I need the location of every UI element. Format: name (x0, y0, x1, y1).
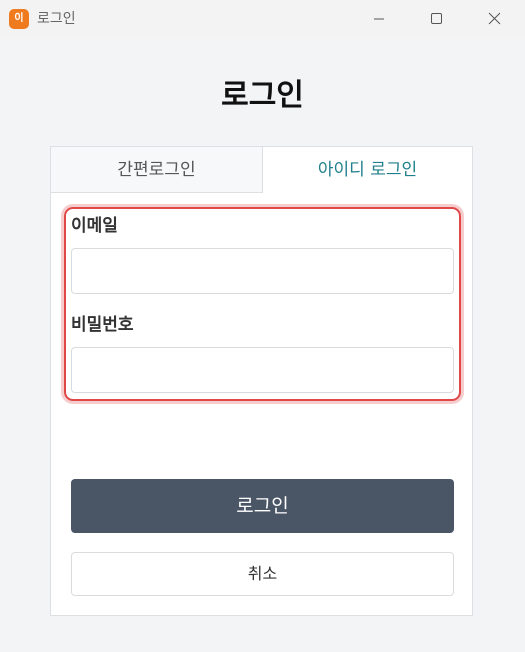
minimize-icon (374, 18, 384, 20)
close-icon (488, 12, 501, 25)
title-bar: 이 로그인 (0, 0, 525, 38)
tab-quick-login[interactable]: 간편로그인 (51, 147, 263, 193)
maximize-icon (431, 13, 442, 24)
minimize-button[interactable] (350, 0, 408, 38)
email-field[interactable] (71, 248, 454, 294)
login-button[interactable]: 로그인 (71, 479, 454, 533)
password-field[interactable] (71, 347, 454, 393)
password-label: 비밀번호 (71, 315, 134, 335)
window-title: 로그인 (37, 11, 76, 27)
app-logo-icon: 이 (9, 9, 29, 29)
cancel-button[interactable]: 취소 (71, 552, 454, 596)
tab-id-login[interactable]: 아이디 로그인 (263, 147, 472, 193)
email-label: 이메일 (71, 216, 118, 236)
page-title: 로그인 (221, 78, 304, 113)
close-button[interactable] (466, 0, 524, 38)
maximize-button[interactable] (407, 0, 465, 38)
